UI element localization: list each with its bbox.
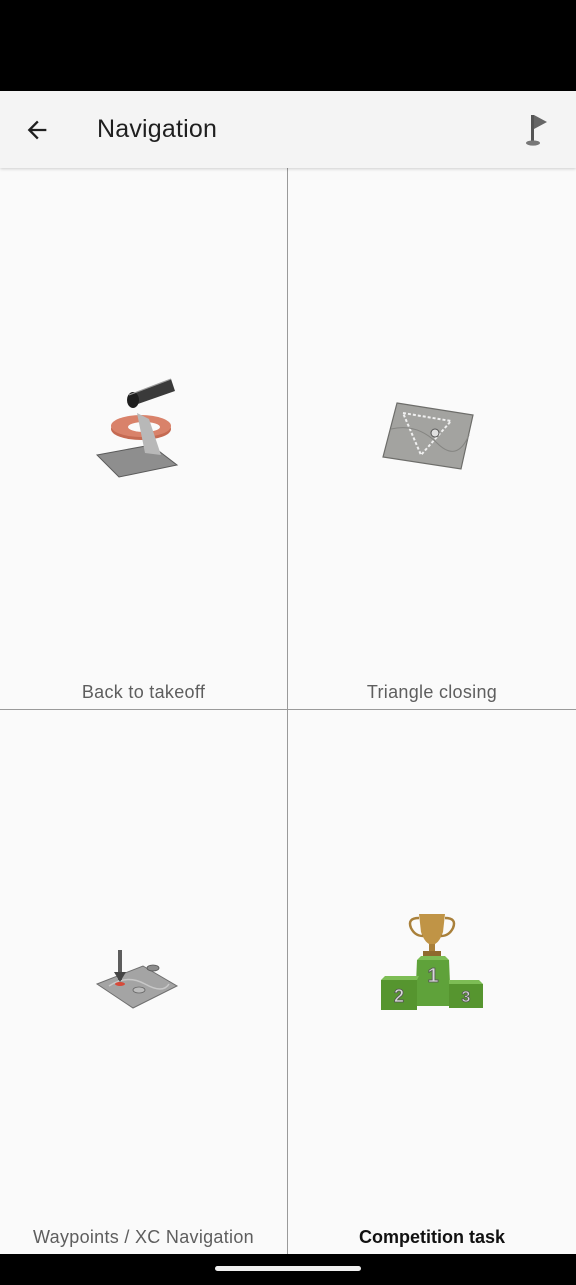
triangle-closing-icon: [382, 402, 474, 470]
tile-waypoints-xc-navigation[interactable]: Waypoints / XC Navigation: [0, 710, 288, 1254]
system-navigation-bar: [0, 1254, 576, 1285]
tile-label: Back to takeoff: [81, 682, 206, 702]
page-title: Navigation: [97, 115, 218, 143]
navigation-grid: Back to takeoff Triangle closing Waypoin…: [0, 168, 576, 1254]
app-bar: Navigation: [0, 91, 576, 168]
waypoints-icon: [95, 950, 178, 1009]
back-to-takeoff-icon: [95, 378, 178, 478]
podium-first-label: 1: [427, 965, 438, 987]
trophy-podium-icon: 1 2 3: [381, 914, 483, 1010]
tile-competition-task[interactable]: 1 2 3 Competition task: [288, 710, 576, 1254]
podium-second-label: 2: [394, 986, 404, 1006]
tile-label: Triangle closing: [366, 682, 498, 702]
home-gesture-handle[interactable]: [215, 1266, 361, 1271]
flag-icon: [526, 115, 547, 146]
flag-button[interactable]: [514, 107, 560, 153]
status-bar: [0, 0, 576, 91]
tile-label: Waypoints / XC Navigation: [33, 1227, 254, 1247]
podium-third-label: 3: [462, 989, 471, 1006]
back-button[interactable]: [14, 107, 60, 153]
tile-label: Competition task: [358, 1227, 505, 1247]
arrow-back-icon: [27, 120, 47, 140]
tile-triangle-closing[interactable]: Triangle closing: [288, 168, 576, 710]
tile-back-to-takeoff[interactable]: Back to takeoff: [0, 168, 288, 710]
